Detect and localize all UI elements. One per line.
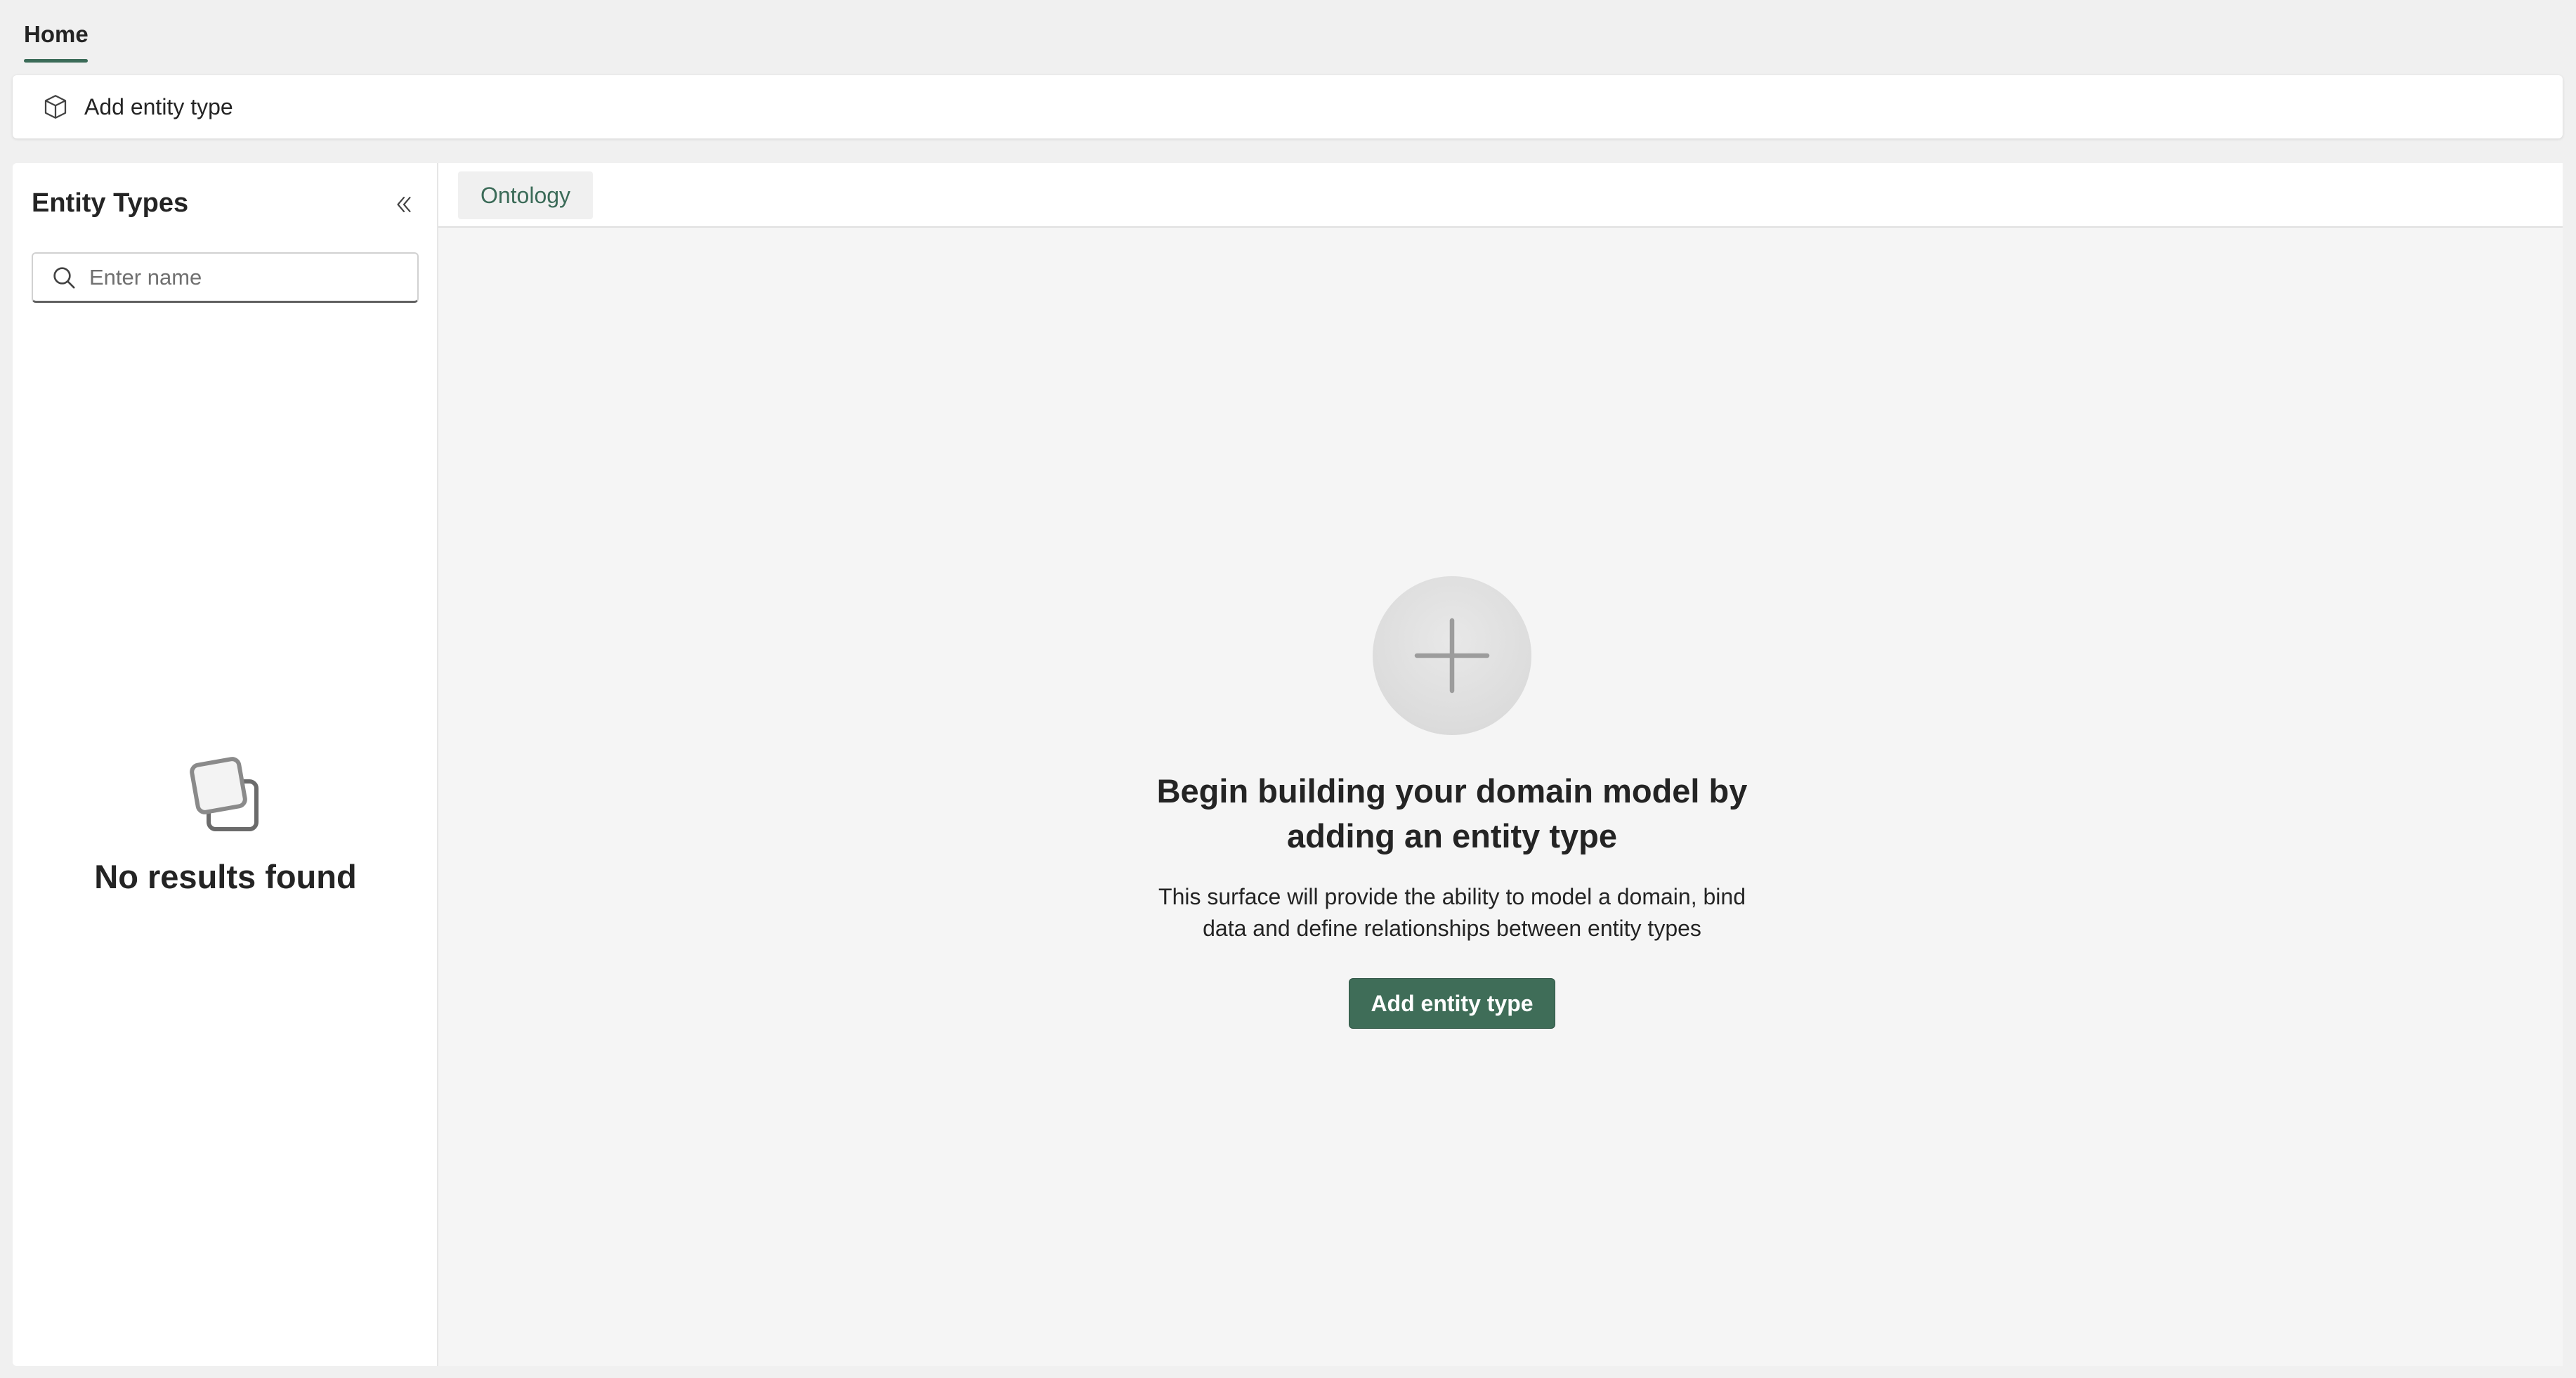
entity-types-panel: Entity Types No results found (13, 163, 438, 1366)
search-box (32, 252, 419, 303)
app-page: Home Add entity type Entity Types Enter … (0, 0, 2576, 1378)
search-icon (53, 266, 75, 288)
cube-icon (44, 95, 67, 119)
chevron-double-left-icon (397, 197, 411, 212)
no-results-message: No results found (94, 858, 357, 895)
tab-ontology[interactable]: Ontology (458, 171, 593, 219)
add-entity-type-toolbar-label: Add entity type (84, 93, 233, 119)
ribbon-toolbar: Add entity type (13, 75, 2563, 138)
panel-title: Entity Types (32, 188, 189, 218)
add-entity-type-button[interactable]: Add entity type (1349, 978, 1555, 1029)
empty-state-illustration (1373, 576, 1531, 735)
active-tab-indicator (24, 59, 88, 63)
empty-state-description: This surface will provide the ability to… (1158, 884, 1746, 941)
search-input[interactable] (89, 264, 412, 290)
tab-home[interactable]: Home (24, 21, 89, 55)
empty-state-title: Begin building your domain model by addi… (1156, 772, 1748, 854)
empty-results: No results found (13, 753, 438, 896)
add-entity-type-toolbar-button[interactable]: Add entity type (41, 92, 233, 122)
canvas-area: Ontology Begin building your domain mode… (438, 163, 2563, 1366)
collapse-panel-button[interactable] (389, 190, 419, 219)
top-tab-bar: Home (0, 0, 2576, 74)
canvas-tab-bar: Ontology (438, 163, 2563, 228)
stacked-squares-icon (190, 757, 259, 831)
empty-state: Begin building your domain model by addi… (438, 576, 2466, 1029)
plus-icon (1414, 618, 1490, 694)
